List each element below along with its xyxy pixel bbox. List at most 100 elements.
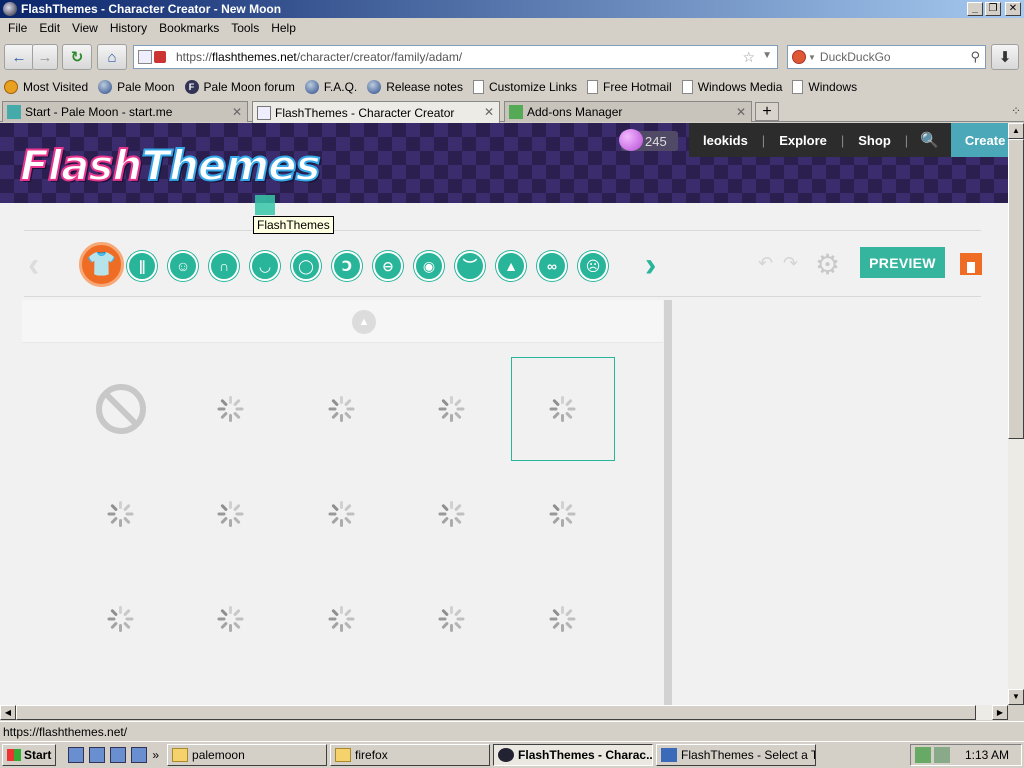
bookmark-release-notes[interactable]: Release notes bbox=[367, 80, 463, 94]
site-search-icon[interactable]: 🔍 bbox=[908, 131, 951, 149]
page-vertical-scrollbar[interactable]: ▲ ▼ bbox=[1008, 123, 1024, 705]
menu-bookmarks[interactable]: Bookmarks bbox=[153, 21, 225, 35]
item-slot[interactable] bbox=[511, 357, 615, 461]
clock[interactable]: 1:13 AM bbox=[965, 748, 1009, 762]
tab-start-page[interactable]: Start - Pale Moon - start.me ✕ bbox=[2, 101, 248, 122]
page-horizontal-scrollbar[interactable]: ◀ ▶ bbox=[0, 705, 1008, 720]
user-menu-link[interactable]: leokids bbox=[689, 133, 762, 148]
category-face-shape-icon[interactable]: ☺ bbox=[168, 251, 198, 281]
item-slot[interactable] bbox=[290, 567, 394, 671]
category-beard-icon[interactable]: ◡ bbox=[250, 251, 280, 281]
undo-icon[interactable]: ↶ bbox=[758, 253, 773, 274]
scroll-down-arrow-icon[interactable]: ▼ bbox=[1008, 689, 1024, 705]
category-nose-icon[interactable]: ▲ bbox=[496, 251, 526, 281]
list-all-tabs-icon[interactable]: ⁘ bbox=[1011, 104, 1021, 118]
search-input[interactable]: DuckDuckGo bbox=[820, 50, 891, 64]
taskbar-flashthemes-palemoon[interactable]: FlashThemes - Charac... bbox=[493, 744, 654, 766]
item-slot[interactable] bbox=[290, 357, 394, 461]
reload-button[interactable]: ↻ bbox=[62, 44, 92, 70]
bookmark-customize-links[interactable]: Customize Links bbox=[472, 80, 577, 94]
close-tab-icon[interactable]: ✕ bbox=[232, 105, 242, 119]
preview-button[interactable]: PREVIEW bbox=[860, 247, 945, 278]
item-none-option[interactable] bbox=[69, 357, 173, 461]
search-magnifier-icon[interactable]: ⚲ bbox=[970, 49, 980, 65]
item-slot[interactable] bbox=[511, 567, 615, 671]
bookmark-pale-moon-forum[interactable]: F Pale Moon forum bbox=[184, 80, 295, 94]
items-panel-scrollbar[interactable] bbox=[664, 300, 672, 705]
category-eye-icon[interactable]: ◉ bbox=[414, 251, 444, 281]
menu-file[interactable]: File bbox=[2, 21, 33, 35]
site-identity-icon[interactable] bbox=[138, 49, 172, 65]
scrollbar-thumb[interactable] bbox=[16, 705, 976, 720]
scroll-up-arrow-icon[interactable]: ▲ bbox=[1008, 123, 1024, 139]
search-icon[interactable] bbox=[131, 747, 148, 763]
category-wrinkles-icon[interactable]: ☹ bbox=[578, 251, 608, 281]
bookmark-free-hotmail[interactable]: Free Hotmail bbox=[587, 80, 672, 94]
category-ear-icon[interactable]: Ↄ bbox=[332, 251, 362, 281]
menu-help[interactable]: Help bbox=[265, 21, 302, 35]
scroll-up-button[interactable]: ▲ bbox=[352, 310, 376, 334]
menu-tools[interactable]: Tools bbox=[225, 21, 265, 35]
network-tray-icon[interactable] bbox=[914, 747, 931, 763]
category-glasses-face-icon[interactable]: ⊖ bbox=[373, 251, 403, 281]
category-upper-body-icon[interactable]: 👕 bbox=[79, 242, 124, 287]
coin-balance[interactable]: 245 bbox=[619, 129, 678, 151]
redo-icon[interactable]: ↷ bbox=[783, 253, 798, 274]
flashthemes-logo[interactable]: FlashThemes bbox=[19, 140, 322, 191]
scroll-left-arrow-icon[interactable]: ◀ bbox=[0, 705, 16, 720]
bookmark-star-icon[interactable]: ☆ bbox=[742, 49, 755, 66]
security-tray-icon[interactable] bbox=[933, 747, 950, 763]
bookmark-windows[interactable]: Windows bbox=[792, 80, 857, 94]
menu-view[interactable]: View bbox=[66, 21, 104, 35]
scroll-right-arrow-icon[interactable]: ▶ bbox=[992, 705, 1008, 720]
close-window-button[interactable]: ✕ bbox=[1005, 2, 1021, 16]
tab-addons-manager[interactable]: Add-ons Manager ✕ bbox=[504, 101, 752, 122]
explore-link[interactable]: Explore bbox=[765, 133, 841, 148]
start-button[interactable]: Start bbox=[2, 744, 57, 766]
bookmark-faq[interactable]: F.A.Q. bbox=[304, 80, 357, 94]
category-next-arrow[interactable]: › bbox=[645, 246, 656, 285]
bookmark-windows-media[interactable]: Windows Media bbox=[681, 80, 782, 94]
quick-launch-more-icon[interactable]: » bbox=[152, 748, 159, 762]
bookmark-pale-moon[interactable]: Pale Moon bbox=[98, 80, 175, 94]
item-slot[interactable] bbox=[69, 462, 173, 566]
close-tab-icon[interactable]: ✕ bbox=[484, 105, 494, 119]
item-slot[interactable] bbox=[179, 462, 283, 566]
item-slot[interactable] bbox=[400, 567, 504, 671]
menu-history[interactable]: History bbox=[104, 21, 153, 35]
menu-edit[interactable]: Edit bbox=[33, 21, 66, 35]
internet-explorer-icon[interactable] bbox=[89, 747, 106, 763]
category-mouth-icon[interactable]: ◯ bbox=[291, 251, 321, 281]
taskbar-firefox-folder[interactable]: firefox bbox=[330, 744, 491, 766]
taskbar-palemoon-folder[interactable]: palemoon bbox=[167, 744, 328, 766]
minimize-button[interactable]: _ bbox=[967, 2, 983, 16]
item-slot[interactable] bbox=[179, 357, 283, 461]
search-bar[interactable]: ▼ DuckDuckGo ⚲ bbox=[787, 45, 986, 69]
duckduckgo-icon[interactable] bbox=[792, 50, 806, 64]
category-glasses-icon[interactable]: ∞ bbox=[537, 251, 567, 281]
forward-button[interactable]: → bbox=[32, 44, 58, 70]
back-button[interactable]: ← bbox=[4, 44, 34, 70]
restore-button[interactable]: ❐ bbox=[985, 2, 1001, 16]
shop-link[interactable]: Shop bbox=[844, 133, 905, 148]
category-prev-arrow[interactable]: ‹ bbox=[28, 246, 39, 285]
search-engine-dropdown-icon[interactable]: ▼ bbox=[808, 53, 816, 62]
url-dropdown-icon[interactable]: ▼ bbox=[762, 50, 772, 61]
bookmark-most-visited[interactable]: Most Visited bbox=[4, 80, 88, 94]
category-lower-body-icon[interactable]: ∥ bbox=[127, 251, 157, 281]
item-slot[interactable] bbox=[179, 567, 283, 671]
network-icon[interactable] bbox=[110, 747, 127, 763]
item-slot[interactable] bbox=[511, 462, 615, 566]
address-bar[interactable]: https://flashthemes.net/character/creato… bbox=[133, 45, 778, 69]
item-slot[interactable] bbox=[400, 357, 504, 461]
save-icon[interactable] bbox=[960, 253, 982, 275]
item-slot[interactable] bbox=[400, 462, 504, 566]
downloads-button[interactable]: ⬇ bbox=[991, 44, 1019, 70]
scrollbar-thumb[interactable] bbox=[1008, 139, 1024, 439]
new-tab-button[interactable]: + bbox=[755, 102, 779, 121]
category-eyebrow-icon[interactable]: ︶ bbox=[455, 251, 485, 281]
settings-gear-icon[interactable]: ⚙ bbox=[815, 248, 840, 281]
create-button[interactable]: Create bbox=[950, 123, 1008, 157]
category-hair-icon[interactable]: ∩ bbox=[209, 251, 239, 281]
close-tab-icon[interactable]: ✕ bbox=[736, 105, 746, 119]
